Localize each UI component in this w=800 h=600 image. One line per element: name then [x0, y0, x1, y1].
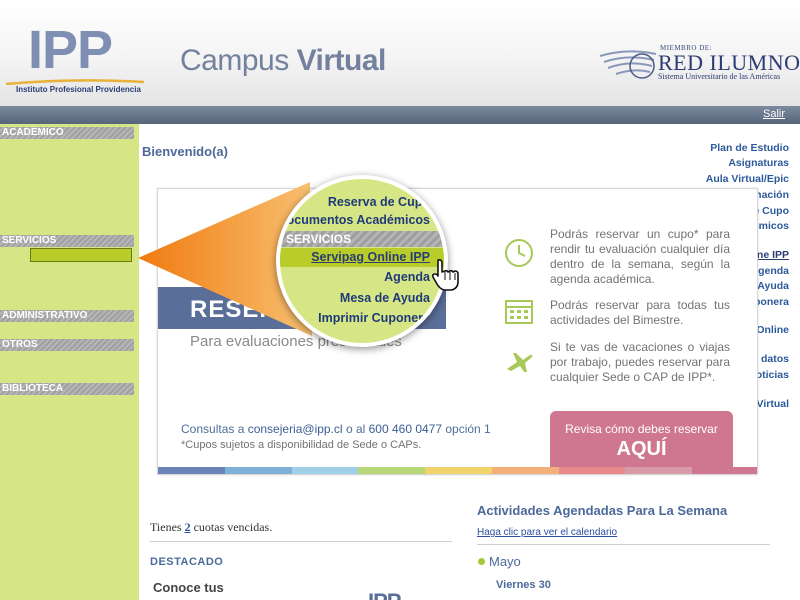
lens-item-reserva-de-cupo: Reserva de Cupo [327, 195, 430, 209]
stripe-segment [692, 467, 757, 474]
ipp-logo[interactable]: IPP Instituto Profesional Providencia [6, 22, 144, 98]
magnifier-lens: Reserva de Cupo Documentos Académicos SE… [276, 175, 448, 347]
sidebar [0, 124, 139, 600]
welcome-heading: Bienvenido(a) [142, 144, 228, 159]
lens-item-agenda: Agenda [384, 270, 430, 284]
bullet-icon [478, 558, 485, 565]
stripe-segment [358, 467, 426, 474]
sidebar-section-otros: OTROS [0, 339, 134, 351]
lens-section-servicios: SERVICIOS [280, 231, 444, 247]
ipp-promo-logo: IPP [368, 589, 401, 600]
top-bar: Salir [0, 106, 800, 124]
cuotas-suffix: cuotas vencidas. [190, 520, 273, 534]
activities-day: Viernes 30 [496, 579, 551, 591]
consultas-line: Consultas a consejeria@ipp.cl o al 600 4… [181, 422, 491, 436]
stripe-segment [558, 467, 626, 474]
lens-item-servipag: Servipag Online IPP [311, 250, 430, 264]
sidebar-item-highlight [30, 248, 132, 262]
stripe-segment [425, 467, 492, 474]
divider [150, 541, 452, 542]
sidebar-section-academico: ACADÉMICO [0, 127, 134, 139]
lens-item-imprimir-cuponera: Imprimir Cuponera [318, 311, 430, 325]
logo-text: IPP [28, 20, 113, 80]
feature-text-1: Podrás reservar un cupo* para rendir tu … [550, 227, 730, 286]
cta-line1: Revisa cómo debes reservar [565, 422, 718, 436]
cuotas-prefix: Tienes [150, 520, 185, 534]
airplane-icon [507, 353, 533, 372]
site-title-bold: Virtual [296, 44, 387, 77]
consultas-suffix: opción 1 [442, 422, 491, 436]
destacado-heading: DESTACADO [150, 556, 224, 568]
feature-text-2: Podrás reservar para todas tus actividad… [550, 298, 730, 327]
partner-subtitle: Sistema Universitario de las Américas [658, 72, 781, 81]
stripe-segment [158, 467, 225, 474]
conoce-text: Conoce tus [153, 580, 224, 595]
cupos-note: *Cupos sujetos a disponibilidad de Sede … [181, 439, 422, 451]
stripe-segment [491, 467, 559, 474]
reserva-banner: Nuevo sistema RESERVA DE CUPO Para evalu… [157, 188, 758, 475]
activities-month: Mayo [489, 554, 521, 569]
header: IPP Instituto Profesional Providencia Ca… [0, 0, 800, 106]
activities-heading: Actividades Agendadas Para La Semana [477, 503, 728, 518]
page: IPP Instituto Profesional Providencia Ca… [0, 0, 800, 600]
site-title: Campus Virtual [180, 44, 386, 78]
consultas-prefix: Consultas a [181, 422, 248, 436]
feature-text-3: Si te vas de vacaciones o viajas por tra… [550, 340, 730, 384]
logout-link[interactable]: Salir [763, 108, 785, 120]
clock-icon [505, 239, 533, 267]
consultas-phone: 600 460 0477 [368, 422, 443, 436]
reservar-aqui-button[interactable]: Revisa cómo debes reservar AQUÍ [550, 411, 733, 467]
cuotas-vencidas: Tienes 2 cuotas vencidas. [150, 520, 272, 535]
sidebar-item-asignaturas[interactable]: Asignaturas [728, 157, 789, 169]
stripe-segment [291, 467, 359, 474]
logo-subtitle: Instituto Profesional Providencia [16, 85, 141, 94]
lens-item-documentos-academicos: Documentos Académicos [277, 213, 430, 227]
sidebar-item-aula-virtual[interactable]: Aula Virtual/Epic [706, 173, 789, 185]
sidebar-section-administrativo: ADMINISTRATIVO [0, 310, 134, 322]
consultas-mid: o al [342, 422, 369, 436]
color-stripe [158, 467, 757, 474]
calendar-link[interactable]: Haga clic para ver el calendario [477, 527, 617, 538]
calendar-icon [505, 300, 533, 324]
site-title-light: Campus [180, 44, 289, 77]
lens-item-mesa-de-ayuda: Mesa de Ayuda [339, 291, 430, 305]
hand-cursor-icon [431, 258, 459, 291]
stripe-segment [625, 467, 693, 474]
sidebar-section-servicios: SERVICIOS [0, 235, 134, 247]
cta-line2: AQUÍ [616, 438, 667, 460]
sidebar-section-biblioteca: BIBLIOTECA [0, 383, 134, 395]
consultas-email[interactable]: consejeria@ipp.cl [248, 422, 343, 436]
stripe-segment [224, 467, 292, 474]
divider [477, 544, 770, 545]
sidebar-item-plan-de-estudio[interactable]: Plan de Estudio [710, 142, 789, 154]
